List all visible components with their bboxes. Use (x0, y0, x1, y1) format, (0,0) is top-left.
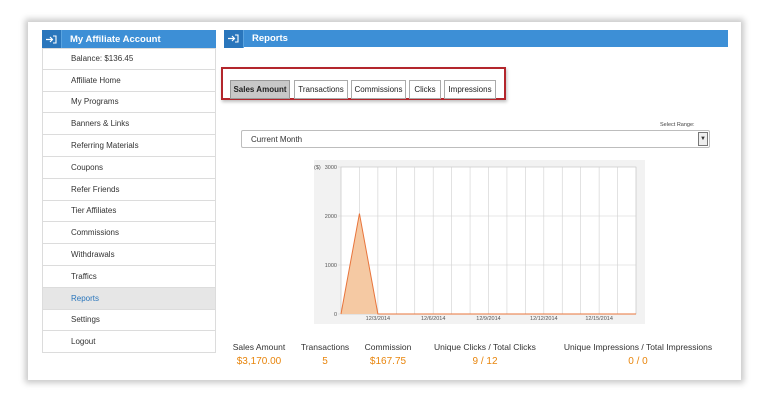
y-tick-label: 2000 (325, 214, 337, 220)
stat-value: $167.75 (369, 356, 407, 367)
stat-sales-amount: Sales Amount $3,170.00 (226, 342, 292, 367)
x-tick-label: 12/12/2014 (530, 316, 558, 322)
stat-transactions: Transactions 5 (296, 342, 354, 367)
x-tick-label: 12/9/2014 (476, 316, 500, 322)
stat-value: 9 / 12 (472, 356, 498, 367)
stat-label: Sales Amount (232, 342, 286, 352)
y-tick-label: 1000 (325, 263, 337, 269)
y-tick-label: 3000 (325, 165, 337, 171)
stat-impressions: Unique Impressions / Total Impressions 0… (560, 342, 716, 367)
stat-label: Unique Clicks / Total Clicks (434, 342, 536, 352)
stat-commission: Commission $167.75 (358, 342, 418, 367)
stat-value: 5 (322, 356, 328, 367)
stat-value: 0 / 0 (628, 356, 648, 367)
stat-label: Unique Impressions / Total Impressions (563, 342, 713, 352)
stat-value: $3,170.00 (236, 356, 282, 367)
y-tick-label: 0 (334, 312, 337, 318)
x-tick-label: 12/15/2014 (585, 316, 613, 322)
stat-label: Transactions (300, 342, 350, 352)
y-unit-label: ($) (314, 165, 321, 171)
stat-clicks: Unique Clicks / Total Clicks 9 / 12 (428, 342, 542, 367)
stat-label: Commission (364, 342, 412, 352)
x-tick-label: 12/6/2014 (421, 316, 445, 322)
x-tick-label: 12/3/2014 (366, 316, 390, 322)
